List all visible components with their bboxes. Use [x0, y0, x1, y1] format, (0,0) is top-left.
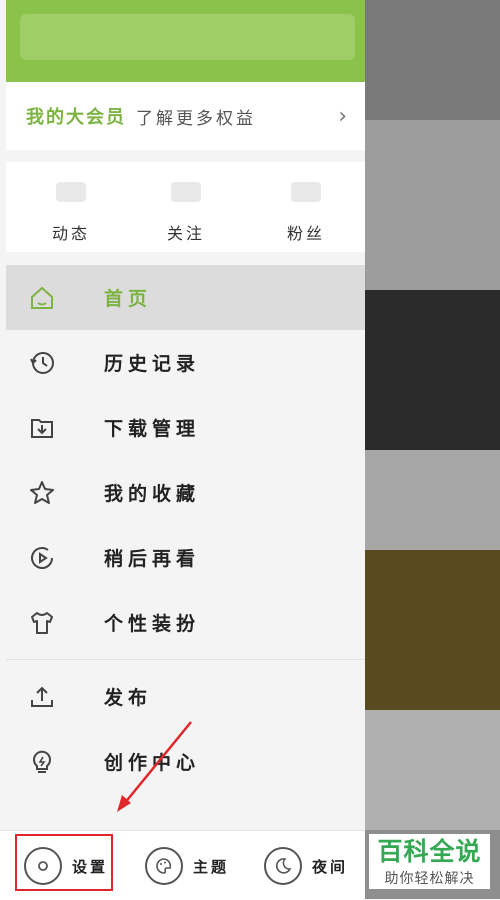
watermark-subtitle: 助你轻松解决 [384, 871, 475, 887]
annotation-arrow [117, 721, 192, 812]
watermark-logo: 百科全说 助你轻松解决 [369, 834, 490, 889]
watermark-title: 百科全说 [377, 837, 482, 866]
